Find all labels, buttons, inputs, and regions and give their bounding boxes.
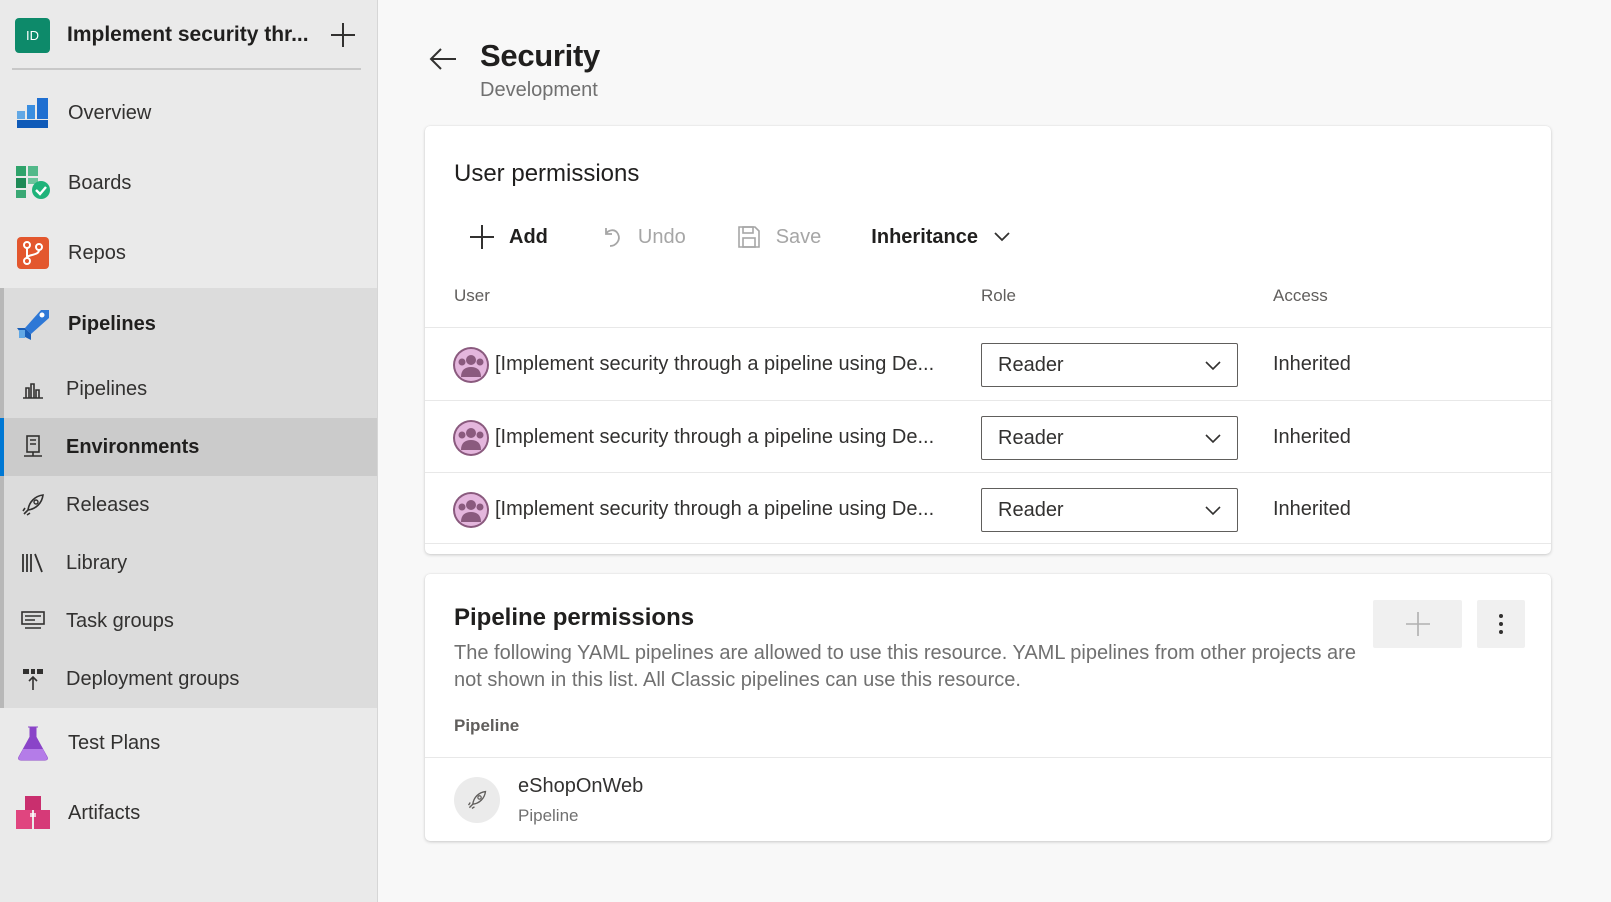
plus-icon[interactable] xyxy=(330,22,356,48)
nav-label: Test Plans xyxy=(68,731,161,754)
rocket-icon xyxy=(22,494,44,516)
page-title: Security xyxy=(480,38,600,73)
role-dropdown[interactable]: Reader xyxy=(981,343,1238,387)
user-permissions-title: User permissions xyxy=(454,160,640,187)
group-avatar-icon xyxy=(453,347,489,383)
user-name: [Implement security through a pipeline u… xyxy=(495,353,935,375)
nav-label: Overview xyxy=(68,101,152,124)
table-row[interactable]: [Implement security through a pipeline u… xyxy=(425,472,1551,544)
project-avatar: ID xyxy=(15,17,50,53)
nav-label: Repos xyxy=(68,241,126,264)
nav-label: Environments xyxy=(66,435,200,458)
nav-subitem-environments[interactable]: Environments xyxy=(0,418,377,476)
nav-subitem-library[interactable]: Library xyxy=(4,534,377,592)
test-plans-icon xyxy=(18,726,48,761)
pipelines-icon xyxy=(17,310,49,340)
nav-label: Pipelines xyxy=(68,312,156,335)
sidebar: ID Implement security thr... Overview Bo… xyxy=(0,0,378,902)
pipeline-permissions-title: Pipeline permissions xyxy=(454,604,695,631)
group-avatar-icon xyxy=(453,492,489,528)
undo-icon xyxy=(604,228,620,247)
add-pipeline-button[interactable] xyxy=(1373,600,1462,648)
nav-item-artifacts[interactable]: Artifacts xyxy=(0,778,377,848)
user-permissions-card: User permissions Add Undo Save Inheritan… xyxy=(425,126,1551,554)
role-value: Reader xyxy=(998,498,1064,521)
pipeline-row[interactable]: eShopOnWeb Pipeline xyxy=(425,757,1551,841)
project-name[interactable]: Implement security thr... xyxy=(67,23,312,47)
role-dropdown[interactable]: Reader xyxy=(981,488,1238,532)
user-name: [Implement security through a pipeline u… xyxy=(495,426,935,448)
pipeline-permissions-card: Pipeline permissions The following YAML … xyxy=(425,574,1551,841)
nav-subitem-releases[interactable]: Releases xyxy=(4,476,377,534)
inheritance-dropdown[interactable]: Inheritance xyxy=(871,226,1012,249)
save-icon xyxy=(737,226,760,248)
table-row[interactable]: [Implement security through a pipeline u… xyxy=(425,400,1551,472)
column-header-role: Role xyxy=(981,286,1016,305)
artifacts-icon xyxy=(16,796,50,829)
nav-label: Artifacts xyxy=(68,801,141,824)
boards-icon xyxy=(16,166,50,199)
overview-icon xyxy=(17,98,48,128)
nav-label: Pipelines xyxy=(66,377,148,400)
nav-item-boards[interactable]: Boards xyxy=(0,148,377,218)
nav-label: Releases xyxy=(66,493,150,516)
save-label: Save xyxy=(775,225,822,248)
save-button[interactable]: Save xyxy=(736,224,822,250)
plus-icon xyxy=(470,225,494,249)
pipelines-rocket-icon xyxy=(23,383,43,399)
group-avatar-icon xyxy=(453,420,489,456)
nav-item-repos[interactable]: Repos xyxy=(0,218,377,288)
nav-group-pipelines: Pipelines Pipelines Environments Release… xyxy=(0,288,377,708)
permissions-toolbar: Add Undo Save Inheritance xyxy=(469,224,1062,250)
column-header-access: Access xyxy=(1273,286,1328,305)
role-dropdown[interactable]: Reader xyxy=(981,416,1238,460)
table-row[interactable]: [Implement security through a pipeline u… xyxy=(425,327,1551,399)
nav-label: Task groups xyxy=(66,609,174,632)
nav-subitem-task-groups[interactable]: Task groups xyxy=(4,592,377,650)
library-icon xyxy=(22,553,43,573)
back-arrow-icon[interactable] xyxy=(428,45,458,73)
nav-label: Deployment groups xyxy=(66,667,240,690)
more-options-button[interactable] xyxy=(1477,600,1525,648)
project-header[interactable]: ID Implement security thr... xyxy=(0,0,377,70)
chevron-down-icon xyxy=(1205,361,1221,371)
chevron-down-icon xyxy=(1205,434,1221,444)
undo-label: Undo xyxy=(637,225,686,248)
deployment-groups-icon xyxy=(23,669,43,690)
pipeline-avatar xyxy=(454,777,500,823)
role-value: Reader xyxy=(998,426,1064,449)
nav-item-test-plans[interactable]: Test Plans xyxy=(0,708,377,778)
pipeline-permissions-description: The following YAML pipelines are allowed… xyxy=(454,642,1356,691)
nav-label: Boards xyxy=(68,171,132,194)
access-value: Inherited xyxy=(1273,353,1351,375)
repos-icon xyxy=(17,237,49,269)
column-header-pipeline: Pipeline xyxy=(454,716,520,735)
chevron-down-icon xyxy=(994,232,1010,242)
nav-label: Library xyxy=(66,551,128,574)
access-value: Inherited xyxy=(1273,426,1351,448)
add-button[interactable]: Add xyxy=(469,224,548,250)
access-value: Inherited xyxy=(1273,498,1351,520)
user-name: [Implement security through a pipeline u… xyxy=(495,498,935,520)
plus-icon xyxy=(1405,612,1430,636)
environments-icon xyxy=(24,435,42,457)
role-value: Reader xyxy=(998,353,1064,376)
add-label: Add xyxy=(509,225,548,248)
pipeline-name[interactable]: eShopOnWeb xyxy=(518,775,643,798)
more-vertical-icon xyxy=(1499,614,1503,634)
task-groups-icon xyxy=(21,611,45,629)
nav-item-overview[interactable]: Overview xyxy=(0,78,377,148)
column-header-user: User xyxy=(454,286,490,305)
inheritance-label: Inheritance xyxy=(871,225,978,248)
nav-subitem-pipelines[interactable]: Pipelines xyxy=(4,360,377,418)
page-subtitle: Development xyxy=(480,79,598,101)
chevron-down-icon xyxy=(1205,506,1221,516)
nav-subitem-deployment-groups[interactable]: Deployment groups xyxy=(4,650,377,708)
nav-item-pipelines[interactable]: Pipelines xyxy=(4,288,377,360)
pipeline-type: Pipeline xyxy=(518,806,579,825)
undo-button[interactable]: Undo xyxy=(598,224,686,250)
rocket-icon xyxy=(467,790,487,810)
